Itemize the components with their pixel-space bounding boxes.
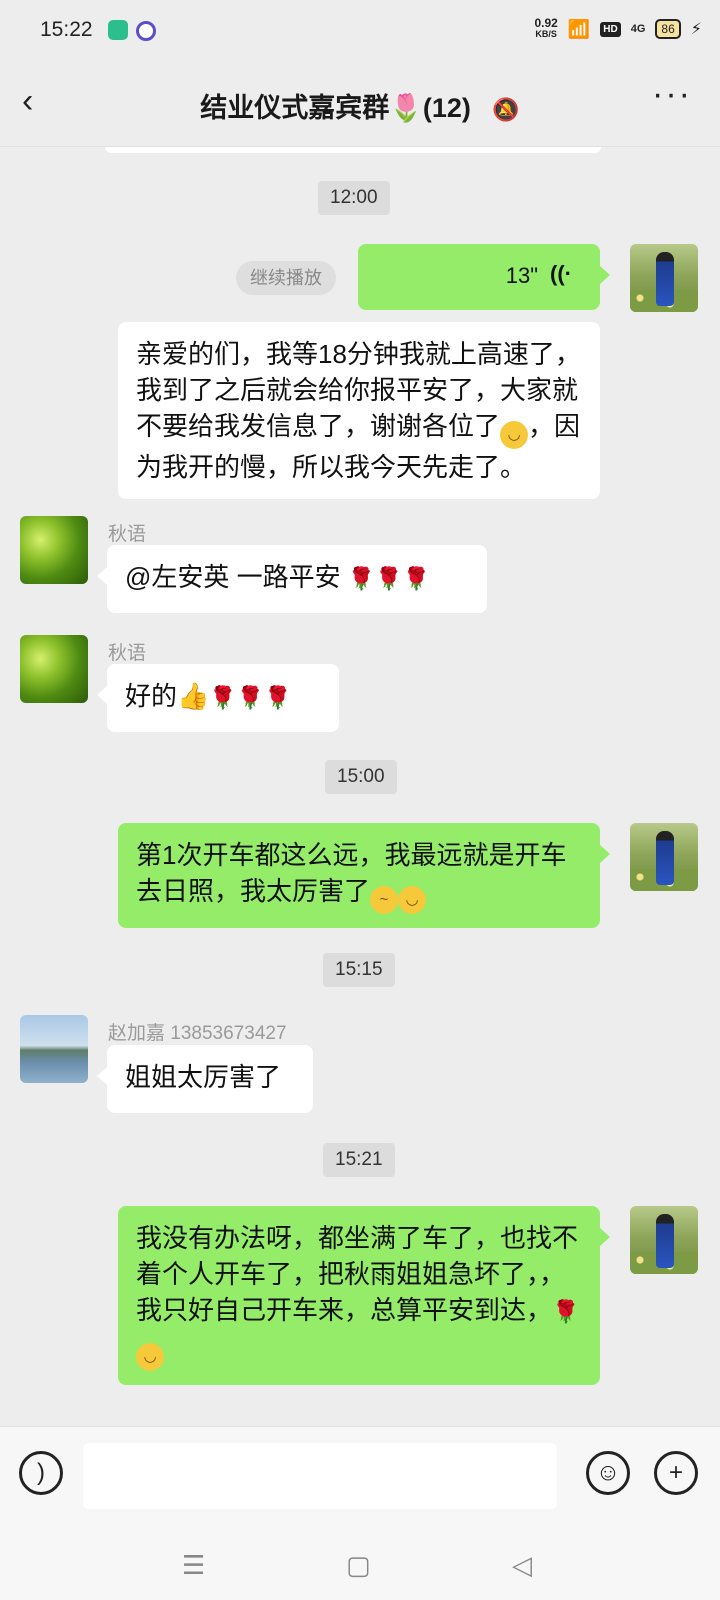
wifi-icon: 📶	[567, 18, 591, 39]
rose-emoji-icon: 🌹	[375, 566, 403, 591]
message-bubble[interactable]: 亲爱的们，我等18分钟我就上高速了，我到了之后就会给你报平安了，大家就不要给我发…	[118, 322, 600, 499]
resume-playback-button[interactable]: 继续播放	[236, 261, 336, 295]
avatar[interactable]	[630, 244, 698, 312]
app-notification-icon-2	[136, 21, 156, 41]
home-icon[interactable]: ▢	[346, 1550, 371, 1581]
timestamp: 15:15	[323, 953, 395, 987]
thinking-emoji-icon: ~	[370, 886, 399, 914]
charging-icon: ⚡	[690, 21, 702, 38]
status-bar: 15:22 0.92 KB/S 📶 HD 4G 86 ⚡	[0, 0, 720, 62]
system-nav-bar: ☰ ▢ ◁	[0, 1530, 720, 1600]
message-bubble[interactable]: 好的👍🌹🌹🌹	[97, 664, 339, 732]
message-text: 姐姐太厉害了	[125, 1062, 282, 1092]
message-bubble[interactable]: @左安英 一路平安 🌹🌹🌹	[97, 545, 487, 613]
rose-emoji-icon: 🌹	[236, 685, 265, 710]
avatar[interactable]	[20, 635, 88, 703]
message-text: 第1次开车都这么远，我最远就是开车去日照，我太厉害了	[136, 840, 567, 906]
grin-emoji-icon: ◡	[398, 886, 427, 914]
avatar[interactable]	[630, 1206, 698, 1274]
battery-icon: 86	[655, 19, 681, 39]
menu-icon[interactable]: ☰	[182, 1550, 205, 1581]
back-triangle-icon[interactable]: ◁	[512, 1550, 532, 1581]
message-list[interactable]: 12:00 继续播放 13" ((· 亲爱的们，我等18分钟我就上高速了，我到了…	[0, 147, 720, 1425]
voice-wave-icon: ((·	[550, 261, 572, 286]
bell-off-icon: 🔕	[492, 96, 520, 122]
hd-badge: HD	[600, 21, 621, 37]
emoji-icon[interactable]: ☺	[586, 1451, 630, 1495]
signal-icon: 4G	[630, 23, 646, 35]
timestamp: 12:00	[318, 181, 390, 215]
rose-emoji-icon: 🌹	[347, 566, 376, 591]
app-notification-icon	[108, 20, 128, 40]
sender-name: 秋语	[108, 524, 147, 545]
rose-emoji-icon: 🌹	[209, 685, 237, 710]
rose-emoji-icon: 🌹	[264, 685, 292, 710]
message-text: @左安英 一路平安	[125, 562, 341, 592]
more-dots-icon[interactable]: ···	[652, 77, 692, 111]
status-right: 0.92 KB/S 📶 HD 4G 86 ⚡	[534, 16, 702, 40]
grin-emoji-icon: ◡	[500, 421, 529, 449]
avatar[interactable]	[20, 1015, 88, 1083]
net-speed-unit: KB/S	[535, 29, 557, 39]
message-input[interactable]	[83, 1443, 557, 1509]
message-bubble[interactable]: 姐姐太厉害了	[97, 1045, 313, 1113]
chat-header: ‹ 结业仪式嘉宾群🌷(12) 🔕 ···	[0, 62, 720, 147]
message-bubble[interactable]: 我没有办法呀，都坐满了车了，也找不着个人开车了，把秋雨姐姐急坏了，，我只好自己开…	[118, 1206, 610, 1385]
voice-duration: 13"	[505, 263, 538, 288]
input-bar: ) ☺ +	[0, 1426, 720, 1531]
message-text: 我没有办法呀，都坐满了车了，也找不着个人开车了，把秋雨姐姐急坏了，，我只好自己开…	[136, 1223, 579, 1325]
sender-name: 秋语	[108, 643, 147, 664]
net-speed-value: 0.92	[534, 16, 558, 30]
message-text: 好的	[125, 681, 178, 711]
status-time: 15:22	[40, 18, 93, 41]
sender-name: 赵加嘉 13853673427	[108, 1023, 287, 1044]
voice-message[interactable]: 13" ((·	[358, 244, 610, 310]
thumbs-up-emoji-icon: 👍	[177, 681, 210, 711]
chat-title-text: 结业仪式嘉宾群🌷(12)	[200, 93, 471, 123]
grin-emoji-icon: ◡	[136, 1343, 164, 1371]
avatar[interactable]	[630, 823, 698, 891]
rose-emoji-icon: 🌹	[552, 1299, 580, 1324]
chat-title: 结业仪式嘉宾群🌷(12) 🔕	[0, 86, 720, 125]
voice-input-icon[interactable]: )	[19, 1451, 63, 1495]
avatar[interactable]	[20, 516, 88, 584]
rose-emoji-icon: 🌹	[402, 566, 431, 591]
net-speed: 0.92 KB/S	[534, 16, 558, 40]
previous-message-bubble	[105, 147, 601, 153]
timestamp: 15:21	[323, 1143, 395, 1177]
timestamp: 15:00	[325, 760, 397, 794]
plus-icon[interactable]: +	[654, 1451, 698, 1495]
message-bubble[interactable]: 第1次开车都这么远，我最远就是开车去日照，我太厉害了 ~ ◡	[118, 823, 610, 928]
